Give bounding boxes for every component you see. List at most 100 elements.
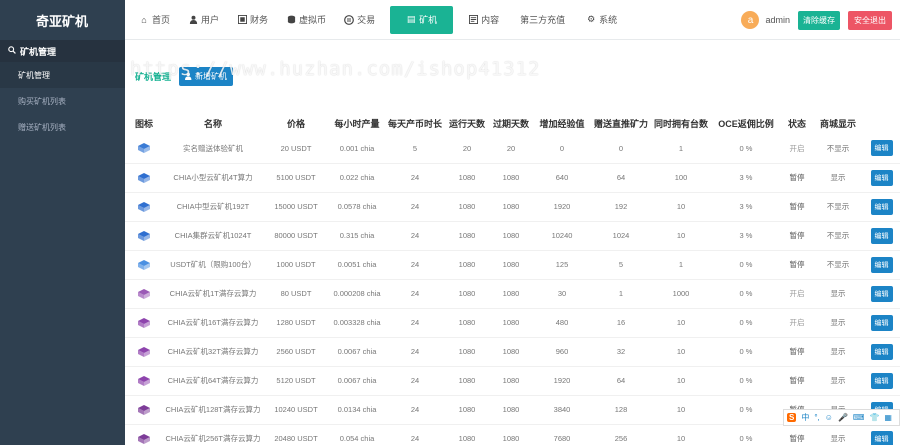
cell-status: 暂停 — [781, 423, 813, 445]
icon-cell — [125, 220, 163, 250]
cell-rebate: 3 % — [711, 191, 781, 221]
cell-daily: 24 — [385, 191, 445, 221]
cell-expire-days: 1080 — [489, 249, 533, 279]
ime-button[interactable]: °, — [814, 413, 819, 422]
cell-name: CHIA云矿机1T满存云算力 — [163, 278, 263, 308]
nav-item-user[interactable]: 用户 — [179, 0, 228, 40]
cell-power: 256 — [591, 423, 651, 445]
ime-button[interactable]: ▦ — [884, 413, 892, 422]
cell-shop: 不显示 — [813, 191, 863, 221]
table-row: CHIA中型云矿机192T 15000 USDT 0.0578 chia 24 1080… — [125, 191, 900, 221]
clear-cache-button[interactable]: 清除缓存 — [798, 10, 840, 30]
sidebar-item-gift-list[interactable]: 赠送矿机列表 — [0, 114, 125, 140]
cell-price: 15000 USDT — [263, 191, 329, 221]
column-header: OCE返佣比例 — [718, 118, 774, 129]
action-cell: 编辑 — [863, 220, 900, 250]
edit-button[interactable]: 编辑 — [870, 372, 893, 389]
action-cell: 编辑 — [863, 307, 900, 337]
nav-label: 矿机 — [419, 15, 438, 25]
cell-daily: 24 — [385, 365, 445, 395]
nav-item-finance[interactable]: 财务 — [228, 0, 277, 40]
logout-button[interactable]: 安全退出 — [848, 10, 892, 30]
nav-label: 虚拟币 — [299, 15, 327, 25]
sidebar: 矿机管理 矿机管理 购买矿机列表 赠送矿机列表 — [0, 40, 125, 445]
cell-own: 10 — [651, 394, 711, 424]
nav-item-miner[interactable]: ▤ 矿机 — [390, 5, 454, 34]
edit-button[interactable]: 编辑 — [870, 227, 893, 244]
cell-own: 10 — [651, 336, 711, 366]
edit-button[interactable]: 编辑 — [870, 285, 893, 302]
column-header: 过期天数 — [492, 118, 529, 129]
cell-status: 开启 — [789, 143, 805, 153]
ime-button[interactable]: 🎤 — [838, 413, 848, 422]
user-area: a admin 清除缓存 安全退出 — [741, 0, 892, 40]
cell-run-days: 1080 — [445, 191, 489, 221]
cell-rebate: 0 % — [739, 143, 753, 153]
cell-rebate: 0 % — [711, 336, 781, 366]
cell-run-days: 20 — [462, 143, 472, 153]
cell-price: 20480 USDT — [263, 423, 329, 445]
cell-own: 10 — [651, 423, 711, 445]
column-header: 价格 — [286, 118, 305, 129]
nav-item-system[interactable]: ⚙ 系统 — [577, 0, 626, 40]
action-cell: 编辑 — [863, 162, 900, 192]
miner-table: 图标 名称 价格 每小时产量 每天产币时长 运行天数 过期天数 增加经验值 赠送直推矿力 同时拥有… — [125, 112, 900, 445]
cell-power: 16 — [591, 307, 651, 337]
cell-status: 暂停 — [781, 162, 813, 192]
nav-item-content[interactable]: 内容 — [459, 0, 508, 40]
cell-name: CHIA云矿机256T满存云算力 — [163, 423, 263, 445]
cell-shop: 显示 — [813, 278, 863, 308]
avatar[interactable]: a — [741, 11, 760, 29]
sidebar-section-header[interactable]: 矿机管理 — [0, 40, 125, 62]
nav-item-third-party-recharge[interactable]: 第三方充值 — [508, 0, 577, 40]
sidebar-item-purchase-list[interactable]: 购买矿机列表 — [0, 88, 125, 114]
edit-button[interactable]: 编辑 — [870, 169, 893, 186]
edit-button[interactable]: 编辑 — [870, 430, 893, 445]
edit-button[interactable]: 编辑 — [870, 140, 893, 157]
sidebar-item-miner-management[interactable]: 矿机管理 — [0, 62, 125, 88]
cell-shop: 不显示 — [813, 249, 863, 279]
add-miner-label: 新增矿机 — [195, 72, 228, 81]
nav-item-home[interactable]: ⌂ 首页 — [130, 0, 179, 40]
icon-cell — [125, 336, 163, 366]
brand-title[interactable]: 奇亚矿机 — [0, 0, 125, 40]
nav-item-coins[interactable]: 虚拟币 — [277, 0, 335, 40]
ime-toolbar[interactable]: S 中 °, ☺ 🎤 ⌨ 👕 ▦ — [783, 409, 900, 426]
miner-icon — [138, 375, 150, 386]
cell-shop: 不显示 — [813, 220, 863, 250]
cell-shop: 显示 — [813, 336, 863, 366]
username[interactable]: admin — [765, 15, 790, 25]
user-icon — [188, 15, 198, 25]
edit-button[interactable]: 编辑 — [870, 256, 893, 273]
ime-button[interactable]: 中 — [801, 412, 809, 423]
cell-expire-days: 1080 — [489, 162, 533, 192]
edit-button[interactable]: 编辑 — [870, 314, 893, 331]
cell-status: 开启 — [781, 278, 813, 308]
cell-expire-days: 1080 — [489, 423, 533, 445]
ime-button[interactable]: ⌨ — [853, 413, 865, 422]
cell-price: 1000 USDT — [263, 249, 329, 279]
edit-button[interactable]: 编辑 — [870, 198, 893, 215]
ime-logo[interactable]: S — [787, 413, 797, 422]
cell-name: CHIA中型云矿机192T — [163, 191, 263, 221]
cell-own: 10 — [651, 191, 711, 221]
edit-button[interactable]: 编辑 — [870, 343, 893, 360]
table-row: CHIA集群云矿机1024T 80000 USDT 0.315 chia 24 1080… — [125, 220, 900, 250]
cell-daily: 24 — [385, 278, 445, 308]
cell-price: 80000 USDT — [263, 220, 329, 250]
cell-price: 5100 USDT — [263, 162, 329, 192]
nav-item-exchange[interactable]: 交易 — [335, 0, 384, 40]
cell-hourly: 0.054 chia — [329, 423, 385, 445]
cell-name: CHIA小型云矿机4T算力 — [163, 162, 263, 192]
cell-status: 暂停 — [781, 249, 813, 279]
add-miner-button[interactable]: 新增矿机 — [179, 67, 234, 86]
cell-shop: 显示 — [813, 365, 863, 395]
page-title: 矿机管理 — [135, 72, 172, 82]
column-header: 增加经验值 — [539, 118, 585, 129]
ime-button[interactable]: ☺ — [825, 413, 833, 422]
ime-button[interactable]: 👕 — [869, 413, 879, 422]
nav-label: 系统 — [599, 15, 618, 25]
cell-name: CHIA云矿机64T满存云算力 — [163, 365, 263, 395]
column-header: 图标 — [134, 118, 153, 129]
icon-cell — [125, 365, 163, 395]
